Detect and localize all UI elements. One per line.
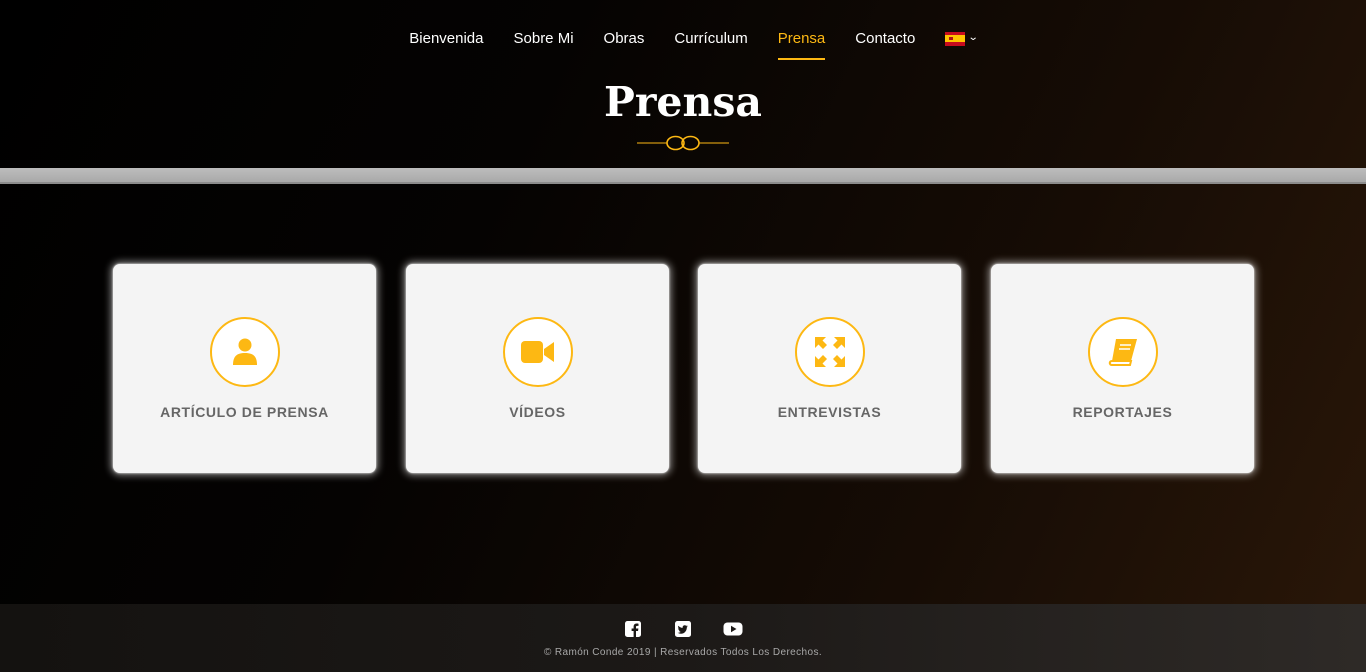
nav-item-sobre-mi[interactable]: Sobre Mi [514,29,574,60]
twitter-icon[interactable] [673,619,693,639]
card-icon-circle [502,317,573,387]
card-entrevistas[interactable]: ENTREVISTAS [698,264,961,473]
card-icon-circle [1087,317,1158,387]
card-label: ARTÍCULO DE PRENSA [160,404,329,420]
divider-band [0,168,1366,184]
nav-item-bienvenida[interactable]: Bienvenida [409,29,483,60]
youtube-icon[interactable] [723,619,743,639]
book-icon [1108,339,1137,366]
card-videos[interactable]: VÍDEOS [406,264,669,473]
card-label: REPORTAJES [1072,404,1173,420]
facebook-icon[interactable] [623,619,643,639]
social-links [0,619,1366,639]
footer: © Ramón Conde 2019 | Reservados Todos Lo… [0,604,1366,672]
nav-item-prensa[interactable]: Prensa [777,29,826,60]
language-selector[interactable]: ⌄ [945,31,979,58]
page: Bienvenida Sobre Mi Obras Currículum Pre… [0,0,1366,672]
chevron-down-icon: ⌄ [968,32,979,43]
infinity-ornament-icon [637,135,729,151]
card-label: VÍDEOS [509,404,566,420]
card-icon-circle [209,317,280,387]
card-articulo-de-prensa[interactable]: ARTÍCULO DE PRENSA [113,264,376,473]
nav-list: Bienvenida Sobre Mi Obras Currículum Pre… [394,29,979,60]
header: Bienvenida Sobre Mi Obras Currículum Pre… [0,0,1366,168]
nav-item-obras[interactable]: Obras [604,29,645,60]
copyright-text: © Ramón Conde 2019 | Reservados Todos Lo… [543,647,823,658]
user-icon [232,338,257,365]
card-icon-circle [794,317,865,387]
spain-flag-icon [945,31,966,46]
nav-item-contacto[interactable]: Contacto [855,29,915,60]
expand-arrows-icon [814,337,845,367]
nav-item-curriculum[interactable]: Currículum [674,29,747,60]
card-reportajes[interactable]: REPORTAJES [991,264,1254,473]
main-nav: Bienvenida Sobre Mi Obras Currículum Pre… [0,0,1366,76]
card-label: ENTREVISTAS [777,404,882,420]
video-camera-icon [520,341,554,363]
page-title: Prensa [604,78,762,126]
